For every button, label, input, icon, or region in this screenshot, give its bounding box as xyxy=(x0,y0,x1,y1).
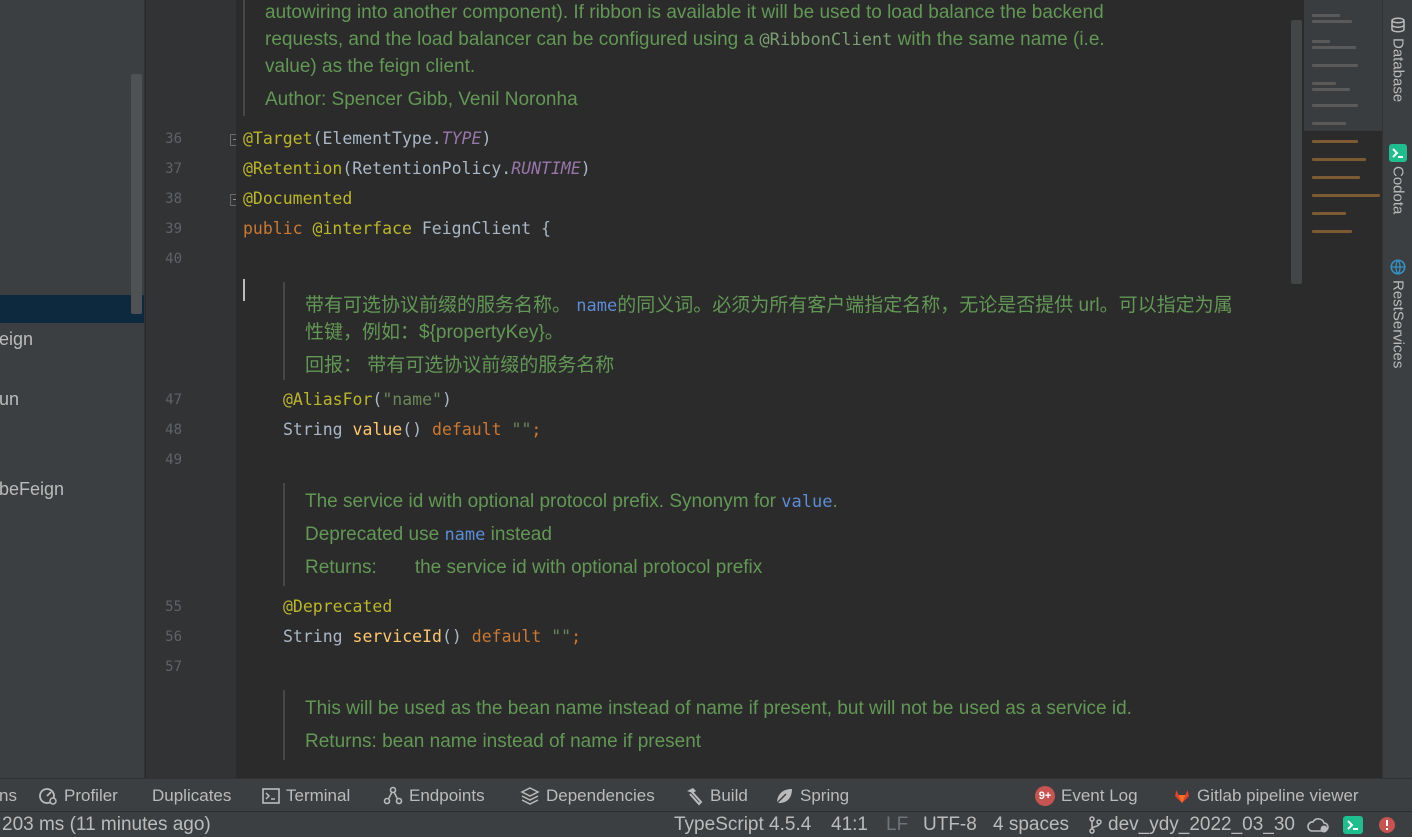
editor-gutter: 36 37 38 39 40 47 48 49 55 56 57 xyxy=(146,0,240,778)
profiler-icon xyxy=(38,786,58,806)
doc-text: This will be used as the bean name inste… xyxy=(305,698,1132,719)
code-line-47: @AliasFor("name") xyxy=(283,390,452,409)
tool-window-gitlab[interactable]: Gitlab pipeline viewer xyxy=(1173,779,1359,812)
line-number: 55 xyxy=(165,599,182,615)
layers-icon xyxy=(520,786,540,806)
tool-window-terminal[interactable]: Terminal xyxy=(262,779,350,812)
tool-window-bar: ns Profiler Duplicates Terminal Endpoint… xyxy=(0,778,1412,811)
tool-window-build[interactable]: Build xyxy=(684,779,748,812)
doc-text: The service id with optional protocol pr… xyxy=(305,491,838,512)
doc-text: 带有可选协议前缀的服务名称。 name的同义词。必须为所有客户端指定名称，无论是… xyxy=(305,295,1233,316)
branch-icon xyxy=(1088,816,1102,834)
line-number: 40 xyxy=(165,251,182,267)
editor-scrollbar[interactable] xyxy=(1291,20,1302,284)
line-number: 47 xyxy=(165,392,182,408)
error-indicator-icon[interactable] xyxy=(1378,816,1396,837)
tool-tab-database[interactable]: Database xyxy=(1383,16,1412,102)
code-minimap[interactable] xyxy=(1304,0,1382,778)
globe-icon xyxy=(1389,258,1407,276)
tool-window-duplicates[interactable]: Duplicates xyxy=(152,779,231,812)
code-line-55: @Deprecated xyxy=(283,597,393,616)
doc-author: Author: Spencer Gibb, Venil Noronha xyxy=(265,89,578,110)
doc-returns: 回报： 带有可选协议前缀的服务名称 xyxy=(305,355,615,376)
codota-status-icon[interactable] xyxy=(1343,816,1363,837)
doc-text: autowiring into another component). If r… xyxy=(265,2,1104,23)
status-message[interactable]: 203 ms (11 minutes ago) xyxy=(2,814,211,836)
doc-text: 性键，例如：${propertyKey}。 xyxy=(305,322,564,343)
event-log-badge-icon: 9+ xyxy=(1035,785,1055,806)
code-line-56: String serviceId() default ""; xyxy=(283,627,582,646)
tool-tab-codota[interactable]: Codota xyxy=(1383,144,1412,214)
endpoints-icon xyxy=(383,786,403,806)
line-number: 38 xyxy=(165,191,182,207)
tool-window-cut[interactable]: ns xyxy=(0,779,17,812)
doc-deprecated: Deprecated use name instead xyxy=(305,524,552,545)
doc-text: value) as the feign client. xyxy=(265,56,476,77)
text-caret xyxy=(243,279,245,301)
rendered-doc-feignclient: autowiring into another component). If r… xyxy=(243,0,1283,116)
database-icon xyxy=(1389,16,1407,34)
tool-window-dependencies[interactable]: Dependencies xyxy=(520,779,655,812)
hammer-icon xyxy=(684,786,704,806)
tree-item-feign[interactable]: eign xyxy=(0,329,33,350)
code-line-48: String value() default ""; xyxy=(283,420,542,439)
status-line-separator[interactable]: LF xyxy=(886,814,908,836)
rendered-doc-value: 带有可选协议前缀的服务名称。 name的同义词。必须为所有客户端指定名称，无论是… xyxy=(283,282,1283,380)
doc-text: requests, and the load balancer can be c… xyxy=(265,29,1105,50)
codota-icon xyxy=(1389,144,1407,162)
line-number: 39 xyxy=(165,221,182,237)
line-number: 56 xyxy=(165,629,182,645)
code-line-36: @Target(ElementType.TYPE) xyxy=(243,129,492,148)
terminal-icon xyxy=(262,787,280,804)
gitlab-icon xyxy=(1173,787,1191,805)
tool-window-endpoints[interactable]: Endpoints xyxy=(383,779,485,812)
rendered-doc-serviceid: The service id with optional protocol pr… xyxy=(283,483,1283,586)
status-bar: 203 ms (11 minutes ago) TypeScript 4.5.4… xyxy=(0,811,1412,837)
tree-item-befeign[interactable]: beFeign xyxy=(0,479,64,500)
project-panel[interactable]: eign un beFeign xyxy=(0,0,145,778)
spring-leaf-icon xyxy=(774,786,794,806)
code-editor[interactable]: autowiring into another component). If r… xyxy=(236,0,1304,778)
rendered-doc-contextid: This will be used as the bean name inste… xyxy=(283,690,1283,760)
selected-tree-row[interactable] xyxy=(0,295,144,323)
tool-window-spring[interactable]: Spring xyxy=(774,779,849,812)
code-line-37: @Retention(RetentionPolicy.RUNTIME) xyxy=(243,159,591,178)
doc-returns: Returns: bean name instead of name if pr… xyxy=(305,731,702,752)
line-number: 49 xyxy=(165,452,182,468)
status-git-branch[interactable]: dev_ydy_2022_03_30 xyxy=(1088,814,1295,836)
tool-window-event-log[interactable]: 9+ Event Log xyxy=(1035,779,1138,812)
right-tool-strip: Database Codota RestServices xyxy=(1382,0,1412,778)
tool-window-profiler[interactable]: Profiler xyxy=(38,779,118,812)
status-caret-position[interactable]: 41:1 xyxy=(831,814,868,836)
status-language[interactable]: TypeScript 4.5.4 xyxy=(674,814,811,836)
code-line-38: @Documented xyxy=(243,189,353,208)
line-number: 57 xyxy=(165,659,182,675)
cloud-sync-icon[interactable] xyxy=(1306,816,1330,837)
status-indent[interactable]: 4 spaces xyxy=(993,814,1069,836)
tool-tab-restservices[interactable]: RestServices xyxy=(1383,258,1412,368)
tree-item-un[interactable]: un xyxy=(0,389,19,410)
line-number: 37 xyxy=(165,161,182,177)
line-number: 48 xyxy=(165,422,182,438)
project-scrollbar[interactable] xyxy=(131,74,142,314)
line-number: 36 xyxy=(165,131,182,147)
status-encoding[interactable]: UTF-8 xyxy=(923,814,977,836)
doc-returns: Returns: the service id with optional pro… xyxy=(305,557,763,578)
code-line-39: public @interface FeignClient { xyxy=(243,219,551,238)
